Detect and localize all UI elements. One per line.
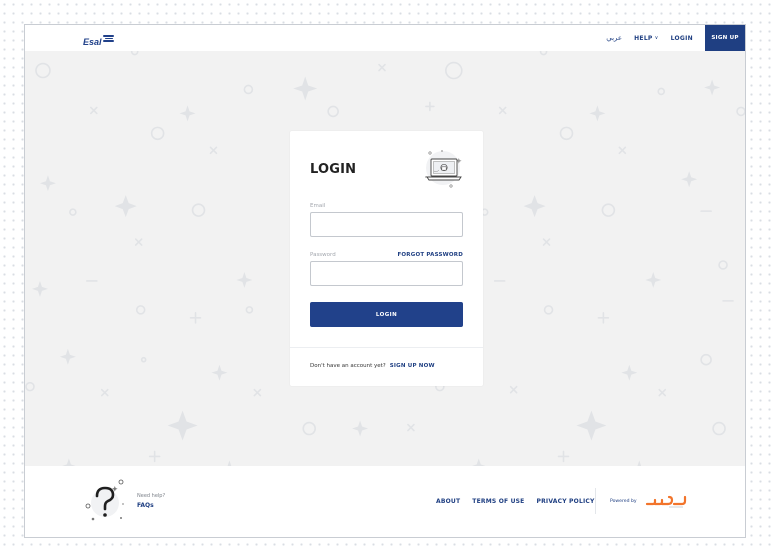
- signup-prompt: Don't have an account yet? SIGN UP NOW: [310, 363, 435, 369]
- header-login-link[interactable]: LOGIN: [671, 35, 693, 42]
- header-signup-button[interactable]: SIGN UP: [705, 25, 745, 51]
- esal-logo-icon: [102, 35, 114, 42]
- logo-text: Esal: [83, 37, 102, 47]
- forgot-password-link[interactable]: FORGOT PASSWORD: [397, 252, 463, 258]
- top-header: Esal عربي HELP ∨ LOGIN SIGN UP: [25, 25, 745, 51]
- footer-links: ABOUT TERMS OF USE PRIVACY POLICY: [436, 498, 607, 505]
- signup-now-link[interactable]: SIGN UP NOW: [390, 363, 435, 369]
- login-submit-button[interactable]: LOGIN: [310, 302, 463, 327]
- password-label: Password: [310, 252, 336, 258]
- card-divider: [290, 347, 483, 348]
- help-menu[interactable]: HELP ∨: [634, 35, 659, 42]
- chevron-down-icon: ∨: [654, 35, 659, 41]
- sadad-logo-icon[interactable]: [644, 491, 688, 511]
- footer-divider: [595, 488, 596, 514]
- help-label: HELP: [634, 34, 653, 42]
- login-title: LOGIN: [310, 162, 357, 177]
- footer-link-privacy[interactable]: PRIVACY POLICY: [536, 498, 594, 505]
- header-nav: عربي HELP ∨ LOGIN SIGN UP: [606, 25, 745, 51]
- email-field[interactable]: [310, 212, 463, 237]
- need-help-text: Need help?: [137, 493, 166, 499]
- question-mark-icon: [85, 479, 124, 521]
- esal-logo[interactable]: Esal: [83, 29, 114, 47]
- powered-by-text: Powered by: [610, 499, 637, 504]
- faqs-link[interactable]: FAQs: [137, 502, 154, 509]
- no-account-text: Don't have an account yet?: [310, 363, 386, 369]
- page-footer: Need help? FAQs ABOUT TERMS OF USE PRIVA…: [25, 466, 745, 537]
- login-card: LOGIN Email Password FORGOT PASSWORD LOG…: [290, 131, 483, 386]
- password-field[interactable]: [310, 261, 463, 286]
- language-toggle-arabic[interactable]: عربي: [606, 34, 622, 42]
- email-label: Email: [310, 203, 326, 209]
- laptop-lock-icon: [425, 150, 462, 188]
- app-frame: Esal عربي HELP ∨ LOGIN SIGN UP LOGIN Ema…: [24, 24, 746, 538]
- footer-link-about[interactable]: ABOUT: [436, 498, 460, 505]
- footer-link-terms[interactable]: TERMS OF USE: [472, 498, 524, 505]
